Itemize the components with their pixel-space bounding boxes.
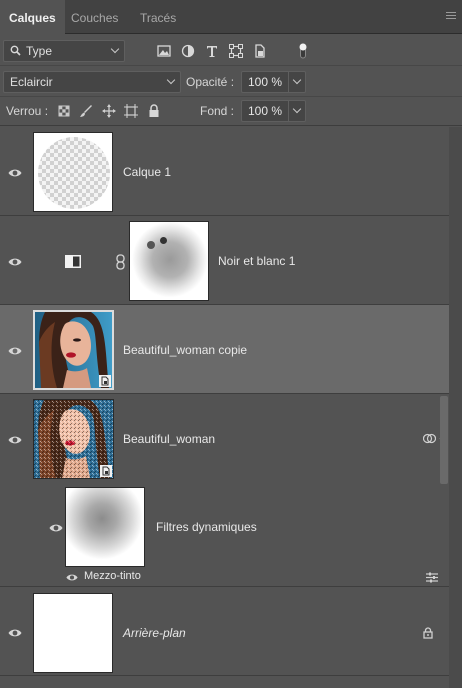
- filter-kind-label: Type: [26, 44, 53, 58]
- layer-mask-thumbnail[interactable]: [129, 221, 209, 301]
- layer-name[interactable]: Noir et blanc 1: [218, 254, 295, 268]
- eye-icon[interactable]: [8, 346, 22, 356]
- search-icon: [10, 45, 21, 56]
- chevron-down-icon[interactable]: [292, 104, 302, 114]
- filter-kind-dropdown[interactable]: Type: [3, 40, 125, 62]
- opacity-field[interactable]: 100 %: [241, 71, 306, 93]
- layers-scrollbar[interactable]: [449, 127, 462, 688]
- lock-row: Verrou : Fond : 100 %: [0, 98, 462, 126]
- eye-icon[interactable]: [8, 628, 22, 638]
- tab-couches[interactable]: Couches: [62, 0, 127, 34]
- layer-name[interactable]: Beautiful_woman copie: [123, 343, 247, 357]
- filter-row: Type: [0, 36, 462, 66]
- smart-object-badge-icon: [99, 375, 111, 387]
- panel-menu-icon[interactable]: [446, 12, 456, 20]
- layer-thumbnail-portrait: [33, 310, 114, 390]
- smart-filters-icon[interactable]: [423, 433, 436, 444]
- image-filter-icon[interactable]: [157, 44, 171, 58]
- lock-label: Verrou :: [6, 104, 49, 118]
- chevron-down-icon: [110, 44, 120, 54]
- smart-filters-name[interactable]: Filtres dynamiques: [156, 520, 257, 534]
- tab-calques[interactable]: Calques: [0, 0, 65, 35]
- black-white-adjustment-icon: [65, 255, 81, 268]
- layer-thumbnail: [33, 593, 113, 673]
- layer-name[interactable]: Beautiful_woman: [123, 432, 215, 446]
- blend-mode-value: Eclaircir: [10, 75, 53, 89]
- eye-icon[interactable]: [8, 257, 22, 267]
- inner-scroll-thumb[interactable]: [440, 396, 448, 484]
- blend-mode-dropdown[interactable]: Eclaircir: [3, 71, 181, 93]
- layer-row-noir-et-blanc-1[interactable]: Noir et blanc 1: [0, 216, 449, 305]
- smart-object-filter-icon[interactable]: [253, 44, 267, 58]
- panel-tab-bar: Calques Couches Tracés: [0, 0, 462, 35]
- layer-row-beautiful-woman[interactable]: Beautiful_woman Filtres dynamiques Mezzo…: [0, 394, 449, 587]
- link-chain-icon[interactable]: [116, 254, 125, 270]
- layer-thumbnail: [33, 132, 113, 212]
- lock-icon: [423, 627, 433, 639]
- chevron-down-icon[interactable]: [292, 75, 302, 85]
- opacity-value: 100 %: [248, 75, 283, 89]
- filter-name-mezzo-tinto[interactable]: Mezzo-tinto: [84, 570, 141, 582]
- tab-traces[interactable]: Tracés: [131, 0, 185, 34]
- lock-pixels-brush-icon[interactable]: [79, 104, 93, 118]
- shape-filter-icon[interactable]: [229, 44, 243, 58]
- layers-list: Calque 1 Noir et blanc 1 Beautiful_woman…: [0, 127, 462, 688]
- fill-label: Fond :: [200, 104, 235, 118]
- smart-filter-mask-thumbnail[interactable]: [65, 487, 145, 567]
- opacity-label: Opacité :: [186, 75, 235, 89]
- lock-transparency-icon[interactable]: [58, 105, 70, 117]
- layer-row-beautiful-woman-copie[interactable]: Beautiful_woman copie: [0, 305, 449, 394]
- chevron-down-icon: [166, 75, 176, 85]
- layer-thumbnail-portrait-mezzotint: [33, 399, 114, 479]
- layer-name[interactable]: Arrière-plan: [123, 626, 186, 640]
- layers-list-empty-area: [0, 676, 449, 688]
- filter-blending-options-icon[interactable]: [426, 572, 438, 583]
- eye-icon[interactable]: [8, 435, 22, 445]
- layer-name[interactable]: Calque 1: [123, 165, 171, 179]
- adjustment-filter-icon[interactable]: [181, 44, 195, 58]
- smart-object-badge-icon: [100, 465, 112, 477]
- filter-toggle-icon[interactable]: [298, 42, 308, 60]
- layer-row-arriere-plan[interactable]: Arrière-plan: [0, 587, 449, 676]
- lock-artboard-icon[interactable]: [124, 104, 138, 118]
- text-filter-icon[interactable]: [205, 44, 219, 58]
- fill-field[interactable]: 100 %: [241, 100, 306, 122]
- lock-all-icon[interactable]: [147, 104, 161, 118]
- fill-value: 100 %: [248, 104, 283, 118]
- blend-row: Eclaircir Opacité : 100 %: [0, 67, 462, 97]
- eye-icon[interactable]: [8, 168, 22, 178]
- eye-icon[interactable]: [49, 523, 63, 533]
- eye-icon[interactable]: [66, 573, 78, 582]
- lock-position-move-icon[interactable]: [102, 104, 116, 118]
- layer-row-calque-1[interactable]: Calque 1: [0, 127, 449, 216]
